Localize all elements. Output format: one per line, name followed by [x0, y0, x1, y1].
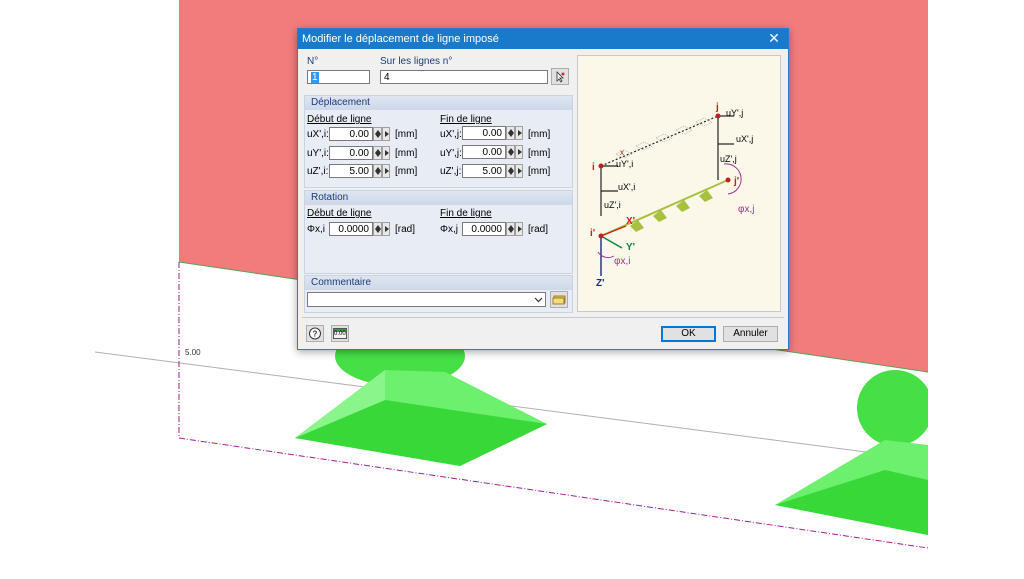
pick-lines-button[interactable] — [551, 68, 569, 85]
phix-i-input[interactable]: 0.0000 — [329, 222, 373, 236]
close-icon[interactable]: ✕ — [760, 29, 788, 49]
label-uzj: uZ',j — [720, 154, 737, 164]
displacement-diagram — [597, 113, 742, 276]
uz-j-input[interactable]: 5.00 — [462, 164, 506, 178]
diagram-preview: j uY',j uX',j uZ',j j' φx,j i x uY',i uX… — [577, 55, 781, 312]
uz-i-arrow[interactable] — [382, 164, 390, 178]
dialog-title: Modifier le déplacement de ligne imposé — [302, 33, 499, 45]
label-j: j — [716, 102, 719, 113]
ux-j-spinner[interactable] — [506, 126, 515, 140]
units-icon-text: 0.00 — [334, 331, 346, 337]
ux-i-input[interactable]: 0.00 — [329, 127, 373, 141]
ux-i-unit: [mm] — [395, 129, 418, 140]
label-ip: i' — [590, 228, 596, 239]
label-uxi: uX',i — [618, 182, 636, 192]
uy-i-arrow[interactable] — [382, 146, 390, 160]
label-uxj: uX',j — [736, 134, 754, 144]
uz-i-unit: [mm] — [395, 166, 418, 177]
comment-dropdown-icon[interactable] — [532, 293, 545, 306]
uy-i-spinner[interactable] — [373, 146, 382, 160]
help-icon: ? — [309, 327, 321, 340]
label-phixi: φx,i — [614, 256, 631, 267]
phix-i-spinner[interactable] — [373, 222, 382, 236]
uy-j-spinner[interactable] — [506, 145, 515, 159]
label-xp: X' — [626, 216, 636, 227]
label-zp: Z' — [596, 278, 605, 289]
uz-j-arrow[interactable] — [515, 164, 523, 178]
help-button[interactable]: ? — [306, 325, 324, 342]
ux-j-label: uX',j: — [440, 129, 462, 140]
dialog-titlebar: Modifier le déplacement de ligne imposé … — [298, 29, 788, 49]
comment-library-button[interactable] — [550, 291, 568, 308]
phix-i-arrow[interactable] — [382, 222, 390, 236]
uz-i-spinner[interactable] — [373, 164, 382, 178]
lines-input[interactable]: 4 — [380, 70, 548, 84]
displacement-title: Déplacement — [311, 97, 370, 108]
label-yp: Y' — [626, 242, 636, 253]
phix-j-unit: [rad] — [528, 224, 549, 235]
rot-end-label: Fin de ligne — [440, 208, 492, 219]
svg-text:?: ? — [313, 330, 318, 339]
dimension-label: 5.00 — [185, 348, 201, 357]
uy-i-label: uY',i: — [307, 148, 329, 159]
uy-i-unit: [mm] — [395, 148, 418, 159]
uz-j-spinner[interactable] — [506, 164, 515, 178]
phix-i-label: Φx,i — [307, 224, 325, 235]
disp-start-label: Début de ligne — [307, 114, 372, 125]
no-label: N° — [307, 56, 319, 67]
phix-i-unit: [rad] — [395, 224, 416, 235]
uz-i-label: uZ',i: — [307, 166, 329, 177]
units-icon: 0.00 — [333, 328, 347, 339]
uz-j-unit: [mm] — [528, 166, 551, 177]
uy-j-unit: [mm] — [528, 148, 551, 159]
footer-separator — [302, 317, 784, 318]
uz-j-label: uZ',j: — [440, 166, 462, 177]
comment-label: Commentaire — [311, 277, 372, 288]
phix-j-arrow[interactable] — [515, 222, 523, 236]
label-xsmall: x — [620, 148, 624, 157]
ok-button[interactable]: OK — [661, 326, 716, 342]
label-uyi: uY',i — [616, 159, 634, 169]
app-window: 5.00 Modifier le déplacement de ligne im… — [0, 0, 1024, 579]
label-i: i — [592, 162, 595, 173]
pick-cursor-icon — [556, 71, 565, 83]
disp-end-label: Fin de ligne — [440, 114, 492, 125]
uy-j-label: uY',j: — [440, 148, 462, 159]
ux-i-spinner[interactable] — [373, 127, 382, 141]
lines-label: Sur les lignes n° — [380, 56, 453, 67]
edit-line-displacement-dialog: Modifier le déplacement de ligne imposé … — [297, 28, 789, 350]
phix-j-spinner[interactable] — [506, 222, 515, 236]
no-input[interactable]: 1 — [307, 70, 370, 84]
label-uzi: uZ',i — [604, 200, 621, 210]
rotation-title: Rotation — [311, 192, 349, 203]
ux-j-unit: [mm] — [528, 129, 551, 140]
label-phixj: φx,j — [738, 204, 755, 215]
no-value: 1 — [311, 72, 319, 83]
support-right — [775, 370, 928, 535]
folder-icon — [552, 295, 566, 305]
phix-j-label: Φx,j — [440, 224, 458, 235]
units-button[interactable]: 0.00 — [331, 325, 349, 342]
uy-i-input[interactable]: 0.00 — [329, 146, 373, 160]
ux-j-arrow[interactable] — [515, 126, 523, 140]
uz-i-input[interactable]: 5.00 — [329, 164, 373, 178]
ux-i-label: uX',i: — [307, 129, 329, 140]
uy-j-arrow[interactable] — [515, 145, 523, 159]
label-jp: j' — [734, 176, 740, 187]
ux-i-arrow[interactable] — [382, 127, 390, 141]
uy-j-input[interactable]: 0.00 — [462, 145, 506, 159]
ux-j-input[interactable]: 0.00 — [462, 126, 506, 140]
cancel-button[interactable]: Annuler — [723, 326, 778, 342]
label-uyj: uY',j — [726, 108, 744, 118]
phix-j-input[interactable]: 0.0000 — [462, 222, 506, 236]
rot-start-label: Début de ligne — [307, 208, 372, 219]
comment-input[interactable] — [307, 292, 546, 307]
